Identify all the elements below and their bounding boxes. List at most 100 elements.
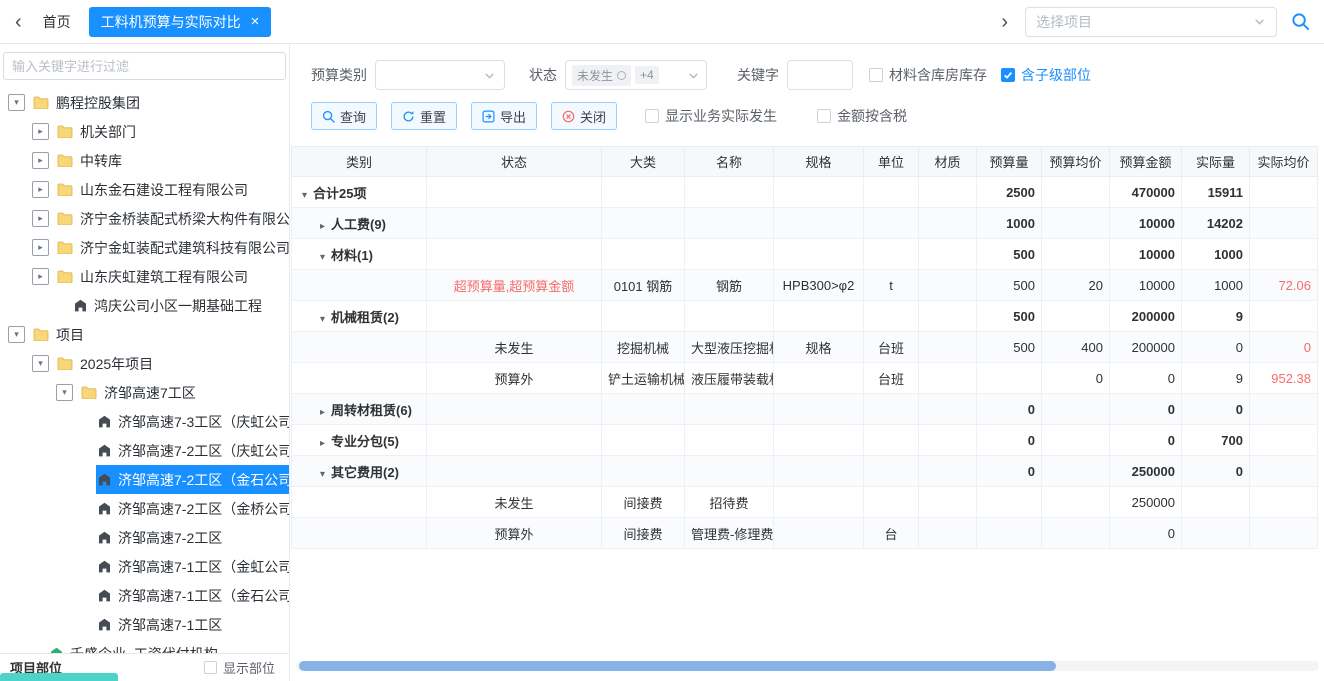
status-select[interactable]: 未发生 +4 [565, 60, 707, 90]
table-row[interactable]: 预算外间接费管理费-修理费台0 [292, 518, 1324, 549]
project-select[interactable]: 选择项目 [1025, 7, 1277, 37]
collapse-group-icon[interactable]: ▾ [320, 469, 325, 480]
tree-node[interactable]: 济邹高速7-1工区（金虹公司） [0, 552, 289, 581]
group-row[interactable]: ▸人工费(9)10001000014202 [292, 208, 1324, 239]
table-row[interactable]: 未发生间接费招待费250000 [292, 487, 1324, 518]
keyword-input[interactable] [787, 60, 853, 90]
column-header-actual-qty[interactable]: 实际量 [1182, 147, 1250, 177]
column-header-budget-amount[interactable]: 预算金额 [1110, 147, 1182, 177]
tax-checkbox[interactable]: 金额按含税 [817, 106, 907, 126]
column-header-material[interactable]: 材质 [919, 147, 977, 177]
collapse-node-icon[interactable]: ▾ [8, 94, 25, 111]
expand-group-icon[interactable]: ▸ [320, 221, 325, 232]
show-part-checkbox[interactable]: 显示部位 [204, 658, 275, 677]
collapse-node-icon[interactable]: ▾ [32, 355, 49, 372]
cell-name: 招待费 [685, 487, 774, 518]
table-row[interactable]: 未发生挖掘机械大型液压挖掘机规格台班50040020000000 [292, 332, 1324, 363]
collapsed-panel-handle[interactable] [0, 673, 118, 681]
tree-node[interactable]: ▸机关部门 [0, 117, 289, 146]
cell-spec: 规格 [774, 332, 864, 363]
expand-node-icon[interactable]: ▸ [32, 152, 49, 169]
column-header-spec[interactable]: 规格 [774, 147, 864, 177]
status-tag[interactable]: 未发生 [572, 65, 631, 86]
reset-button[interactable]: 重置 [391, 102, 457, 130]
expand-group-icon[interactable]: ▸ [320, 407, 325, 418]
expand-group-icon[interactable]: ▸ [320, 438, 325, 449]
group-row[interactable]: ▸周转材租赁(6)000 [292, 394, 1324, 425]
tab-bar: ‹ 首页 工料机预算与实际对比 × › 选择项目 [0, 0, 1324, 44]
tab-home[interactable]: 首页 [29, 12, 85, 32]
tree-filter[interactable] [3, 52, 286, 80]
horizontal-scrollbar[interactable] [296, 661, 1319, 671]
column-header-unit[interactable]: 单位 [864, 147, 919, 177]
group-row[interactable]: ▾机械租赁(2)5002000009 [292, 301, 1324, 332]
tree-node[interactable]: 济邹高速7-1工区 [0, 610, 289, 639]
collapse-node-icon[interactable]: ▾ [56, 384, 73, 401]
group-row[interactable]: ▾合计25项250047000015911 [292, 177, 1324, 208]
include-sub-checkbox[interactable]: 含子级部位 [1001, 65, 1091, 85]
cell-status [427, 456, 602, 487]
button-label: 重置 [420, 107, 446, 126]
expand-node-icon[interactable]: ▸ [32, 268, 49, 285]
tree-node[interactable]: 济邹高速7-2工区（金石公司） [0, 465, 289, 494]
collapse-group-icon[interactable]: ▾ [320, 314, 325, 325]
cell-name: 液压履带装载机 [685, 363, 774, 394]
column-header-budget-avg-price[interactable]: 预算均价 [1042, 147, 1110, 177]
cell-unit: 台班 [864, 363, 919, 394]
cell-status: 未发生 [427, 487, 602, 518]
table-row[interactable]: 预算外铲土运输机械液压履带装载机台班009952.38 [292, 363, 1324, 394]
tab-active[interactable]: 工料机预算与实际对比 × [89, 7, 272, 37]
column-header-status[interactable]: 状态 [427, 147, 602, 177]
tree-node[interactable]: 千盛企业_工资代付机构 [0, 639, 289, 653]
group-row[interactable]: ▸专业分包(5)00700 [292, 425, 1324, 456]
tree-node[interactable]: ▸济宁金虹装配式建筑科技有限公司 [0, 233, 289, 262]
tabs-scroll-right-icon[interactable]: › [994, 12, 1015, 32]
group-row[interactable]: ▾其它费用(2)02500000 [292, 456, 1324, 487]
collapse-group-icon[interactable]: ▾ [320, 252, 325, 263]
collapse-group-icon[interactable]: ▾ [302, 190, 307, 201]
tree-node[interactable]: ▾2025年项目 [0, 349, 289, 378]
group-row[interactable]: ▾材料(1)500100001000 [292, 239, 1324, 270]
tree-node[interactable]: ▸中转库 [0, 146, 289, 175]
tag-close-icon[interactable] [617, 71, 626, 80]
tabs-scroll-left-icon[interactable]: ‹ [8, 12, 29, 32]
export-button[interactable]: 导出 [471, 102, 537, 130]
column-header-name[interactable]: 名称 [685, 147, 774, 177]
tree-node[interactable]: 济邹高速7-2工区（金桥公司） [0, 494, 289, 523]
tree-node[interactable]: 济邹高速7-1工区（金石公司） [0, 581, 289, 610]
expand-node-icon[interactable]: ▸ [32, 181, 49, 198]
cell-budget-amount: 10000 [1110, 270, 1182, 301]
tree-node[interactable]: ▸山东金石建设工程有限公司 [0, 175, 289, 204]
expand-node-icon[interactable]: ▸ [32, 210, 49, 227]
material-stock-checkbox[interactable]: 材料含库房库存 [869, 65, 987, 85]
tree-node[interactable]: ▾济邹高速7工区 [0, 378, 289, 407]
tree-node[interactable]: ▾项目 [0, 320, 289, 349]
building-icon [98, 589, 111, 602]
data-table: 类别状态大类名称规格单位材质预算量预算均价预算金额实际量实际均价 ▾合计25项2… [291, 146, 1324, 549]
query-button[interactable]: 查询 [311, 102, 377, 130]
scrollbar-thumb[interactable] [299, 661, 1056, 671]
tree-node[interactable]: 济邹高速7-2工区（庆虹公司） [0, 436, 289, 465]
column-header-category[interactable]: 类别 [292, 147, 427, 177]
expand-node-icon[interactable]: ▸ [32, 239, 49, 256]
tree-node[interactable]: ▸济宁金桥装配式桥梁大构件有限公司 [0, 204, 289, 233]
tree-node[interactable]: ▸山东庆虹建筑工程有限公司 [0, 262, 289, 291]
tree-node[interactable]: 济邹高速7-3工区（庆虹公司） [0, 407, 289, 436]
search-icon[interactable] [1291, 12, 1310, 31]
cell-actual-qty: 9 [1182, 301, 1250, 332]
table-row[interactable]: 超预算量,超预算金额0101 钢筋钢筋HPB300>φ2t50020100001… [292, 270, 1324, 301]
budget-category-select[interactable] [375, 60, 505, 90]
close-button[interactable]: 关闭 [551, 102, 617, 130]
tree-node[interactable]: 鸿庆公司小区一期基础工程 [0, 291, 289, 320]
tree-node-label: 济邹高速7-1工区（金虹公司） [118, 557, 289, 577]
column-header-budget-qty[interactable]: 预算量 [977, 147, 1042, 177]
column-header-actual-avg-price[interactable]: 实际均价 [1250, 147, 1318, 177]
collapse-node-icon[interactable]: ▾ [8, 326, 25, 343]
tab-close-icon[interactable]: × [251, 14, 260, 29]
tree-filter-input[interactable] [4, 59, 285, 74]
column-header-major-class[interactable]: 大类 [602, 147, 685, 177]
tree-node[interactable]: ▾鹏程控股集团 [0, 88, 289, 117]
expand-node-icon[interactable]: ▸ [32, 123, 49, 140]
show-actual-checkbox[interactable]: 显示业务实际发生 [645, 106, 777, 126]
tree-node[interactable]: 济邹高速7-2工区 [0, 523, 289, 552]
